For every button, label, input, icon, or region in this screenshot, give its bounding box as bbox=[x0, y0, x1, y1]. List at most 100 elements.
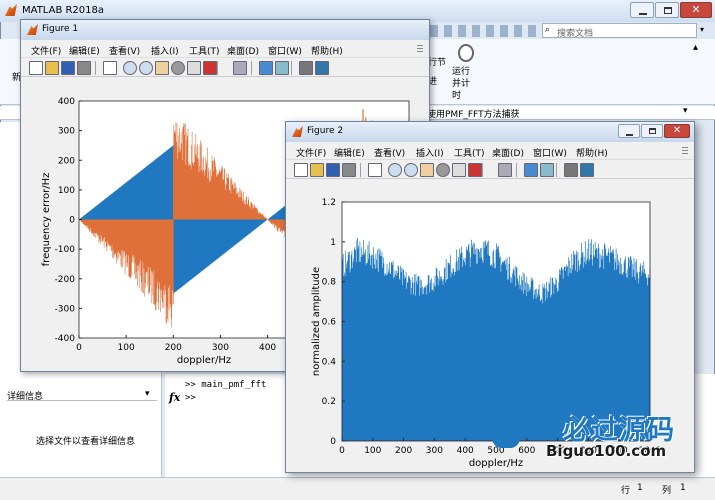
colorbar-icon[interactable] bbox=[524, 163, 538, 177]
y-tick-label: 0.4 bbox=[322, 357, 337, 367]
matlab-logo-icon bbox=[5, 4, 17, 16]
legend-icon[interactable] bbox=[275, 61, 289, 75]
data-cursor-icon[interactable] bbox=[452, 163, 466, 177]
zoom-out-icon[interactable] bbox=[139, 61, 153, 75]
x-tick-label: 200 bbox=[395, 446, 412, 456]
y-tick-label: 1.2 bbox=[322, 198, 336, 208]
colorbar-icon[interactable] bbox=[259, 61, 273, 75]
figure2-maximize-button[interactable] bbox=[641, 124, 663, 138]
menu-item[interactable]: 插入(I) bbox=[416, 146, 444, 159]
figure-logo-icon bbox=[292, 126, 303, 137]
command-prompt: >> bbox=[185, 393, 196, 403]
y-tick-label: 0.2 bbox=[322, 397, 336, 407]
data-cursor-icon[interactable] bbox=[187, 61, 201, 75]
menu-item[interactable]: 窗口(W) bbox=[268, 44, 302, 57]
brush-icon[interactable] bbox=[203, 61, 217, 75]
toolbar-separator bbox=[95, 61, 96, 75]
menu-item[interactable]: 编辑(E) bbox=[334, 146, 365, 159]
hide-tools-icon[interactable] bbox=[299, 61, 313, 75]
maximize-button[interactable] bbox=[655, 2, 679, 18]
menu-item[interactable]: 桌面(D) bbox=[227, 44, 259, 57]
figure1-titlebar: Figure 1 bbox=[21, 20, 429, 40]
print-icon[interactable] bbox=[342, 163, 356, 177]
search-input[interactable]: 搜索文档 ⌕ bbox=[542, 23, 697, 39]
run-and-time-label: 运行并计时 bbox=[452, 67, 471, 101]
menu-item[interactable]: 帮助(H) bbox=[576, 146, 608, 159]
zoom-out-icon[interactable] bbox=[404, 163, 418, 177]
menu-item[interactable]: 工具(T) bbox=[189, 44, 220, 57]
menu-item[interactable]: 编辑(E) bbox=[69, 44, 100, 57]
run-and-time-icon[interactable] bbox=[458, 44, 474, 62]
legend-icon[interactable] bbox=[540, 163, 554, 177]
toolbar-separator bbox=[291, 61, 292, 75]
pointer-icon[interactable] bbox=[103, 61, 117, 75]
x-tick-label: 200 bbox=[165, 343, 182, 353]
pointer-icon[interactable] bbox=[368, 163, 382, 177]
figure1-menubar: 文件(F) 编辑(E) 查看(V) 插入(I) 工具(T) 桌面(D) 窗口(W) 帮助(H) bbox=[21, 41, 429, 57]
menu-grip-icon bbox=[417, 45, 423, 53]
menu-item[interactable]: 插入(I) bbox=[151, 44, 179, 57]
status-row-label: 行 bbox=[621, 486, 631, 496]
open-icon[interactable] bbox=[310, 163, 324, 177]
figure-logo-icon bbox=[27, 24, 38, 35]
ribbon-collapse-icon[interactable]: ▴ bbox=[693, 42, 698, 53]
x-tick-label: 0 bbox=[76, 343, 82, 353]
link-icon[interactable] bbox=[233, 61, 247, 75]
figure2-close-button[interactable]: ✕ bbox=[664, 124, 690, 138]
y-tick-label: -200 bbox=[55, 275, 76, 285]
new-figure-icon[interactable] bbox=[294, 163, 308, 177]
open-icon[interactable] bbox=[45, 61, 59, 75]
menu-item[interactable]: 查看(V) bbox=[374, 146, 405, 159]
status-row-value: 1 bbox=[637, 483, 643, 493]
run-and-time-button[interactable]: 运行并计时 bbox=[452, 66, 482, 102]
show-tools-icon[interactable] bbox=[580, 163, 594, 177]
y-tick-label: 0.8 bbox=[322, 278, 337, 288]
x-tick-label: 100 bbox=[364, 446, 381, 456]
menu-item[interactable]: 文件(F) bbox=[296, 146, 326, 159]
menu-item[interactable]: 窗口(W) bbox=[533, 146, 567, 159]
path-dropdown-icon[interactable]: ▾ bbox=[683, 106, 688, 116]
toolbar-separator bbox=[360, 163, 361, 177]
print-icon[interactable] bbox=[77, 61, 91, 75]
figure2-menubar: 文件(F) 编辑(E) 查看(V) 插入(I) 工具(T) 桌面(D) 窗口(W) 帮助(H) bbox=[286, 143, 694, 159]
search-strip: 搜索文档 ⌕ ▾ bbox=[420, 22, 715, 39]
x-tick-label: 400 bbox=[259, 343, 276, 353]
details-title: 详细信息 bbox=[7, 392, 44, 402]
y-tick-label: 1 bbox=[330, 238, 336, 248]
figure2-minimize-button[interactable] bbox=[618, 124, 640, 138]
brush-icon[interactable] bbox=[468, 163, 482, 177]
pan-icon[interactable] bbox=[155, 61, 169, 75]
details-collapse-icon[interactable]: ▾ bbox=[145, 389, 150, 399]
link-icon[interactable] bbox=[498, 163, 512, 177]
toolbar-separator bbox=[251, 61, 252, 75]
rotate-icon[interactable] bbox=[171, 61, 185, 75]
y-axis-label: normalized amplitude bbox=[311, 267, 322, 376]
menu-item[interactable]: 文件(F) bbox=[31, 44, 61, 57]
menu-item[interactable]: 帮助(H) bbox=[311, 44, 343, 57]
menu-item[interactable]: 工具(T) bbox=[454, 146, 485, 159]
toolbar-separator bbox=[217, 61, 218, 75]
minimize-button[interactable] bbox=[630, 2, 654, 18]
menu-item[interactable]: 桌面(D) bbox=[492, 146, 524, 159]
hide-tools-icon[interactable] bbox=[564, 163, 578, 177]
details-hint: 选择文件以查看详细信息 bbox=[36, 437, 136, 447]
show-tools-icon[interactable] bbox=[315, 61, 329, 75]
fx-icon[interactable]: fx bbox=[169, 391, 180, 404]
x-tick-label: 0 bbox=[339, 446, 345, 456]
rotate-icon[interactable] bbox=[436, 163, 450, 177]
details-header[interactable]: 详细信息 ▾ bbox=[7, 389, 157, 402]
toolbar-separator bbox=[556, 163, 557, 177]
ribbon-label-section: 行节 bbox=[428, 58, 447, 68]
save-icon[interactable] bbox=[326, 163, 340, 177]
y-tick-label: 0.6 bbox=[322, 318, 337, 328]
close-button[interactable]: ✕ bbox=[680, 2, 712, 18]
menu-item[interactable]: 查看(V) bbox=[109, 44, 140, 57]
toolbar-separator bbox=[482, 163, 483, 177]
new-figure-icon[interactable] bbox=[29, 61, 43, 75]
pan-icon[interactable] bbox=[420, 163, 434, 177]
help-dropdown-icon[interactable]: ▾ bbox=[700, 25, 710, 35]
save-icon[interactable] bbox=[61, 61, 75, 75]
current-path[interactable]: 使用PMF_FFT方法捕获 bbox=[427, 107, 520, 120]
zoom-in-icon[interactable] bbox=[388, 163, 402, 177]
zoom-in-icon[interactable] bbox=[123, 61, 137, 75]
